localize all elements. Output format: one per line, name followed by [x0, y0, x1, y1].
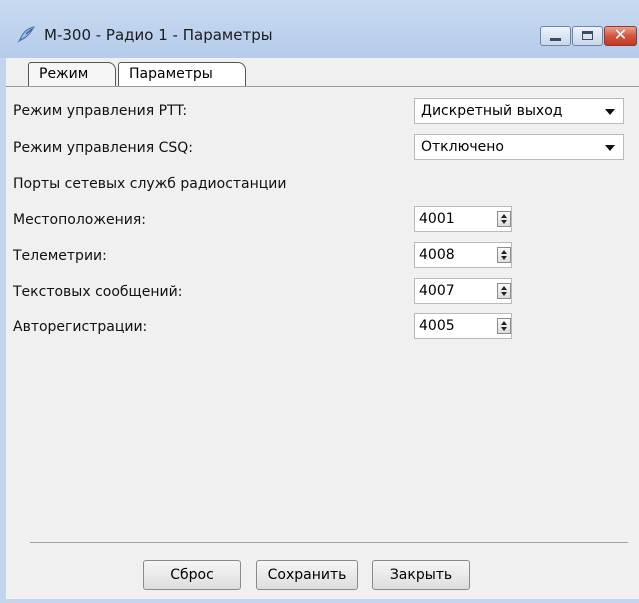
autoregistration-port-stepper[interactable]: 4005: [414, 313, 512, 339]
location-port-label: Местоположения:: [13, 212, 146, 228]
minimize-button[interactable]: [540, 26, 571, 46]
window-title: М-300 - Радио 1 - Параметры: [44, 26, 273, 44]
title-bar[interactable]: М-300 - Радио 1 - Параметры ✕: [0, 0, 639, 58]
csq-mode-value: Отключено: [421, 139, 504, 155]
chevron-down-icon: [605, 145, 615, 151]
text-messages-port-stepper[interactable]: 4007: [414, 278, 512, 304]
location-port-value: 4001: [419, 211, 455, 227]
autoregistration-port-value: 4005: [419, 318, 455, 334]
close-button[interactable]: Закрыть: [372, 560, 470, 590]
location-port-stepper[interactable]: 4001: [414, 206, 512, 232]
spin-arrows-icon[interactable]: [497, 318, 511, 334]
text-messages-port-label: Текстовых сообщений:: [13, 284, 183, 300]
spin-arrows-icon[interactable]: [497, 283, 511, 299]
telemetry-port-stepper[interactable]: 4008: [414, 242, 512, 268]
tab-strip-line: [6, 86, 639, 87]
window-bottom-border: [0, 599, 639, 603]
maximize-button[interactable]: [572, 26, 603, 46]
window-left-border: [0, 58, 6, 603]
ptt-mode-label: Режим управления PTT:: [13, 103, 188, 119]
footer-divider: [30, 542, 628, 543]
spin-arrows-icon[interactable]: [497, 247, 511, 263]
reset-button[interactable]: Сброс: [143, 560, 241, 590]
csq-mode-label: Режим управления CSQ:: [13, 140, 194, 156]
ptt-mode-value: Дискретный выход: [421, 103, 563, 119]
ptt-mode-select[interactable]: Дискретный выход: [414, 98, 624, 124]
telemetry-port-value: 4008: [419, 247, 455, 263]
spin-arrows-icon[interactable]: [497, 211, 511, 227]
minimize-icon: [550, 38, 561, 41]
telemetry-port-label: Телеметрии:: [13, 248, 107, 264]
chevron-down-icon: [605, 109, 615, 115]
autoregistration-port-label: Авторегистрации:: [13, 319, 148, 335]
maximize-icon: [582, 31, 593, 40]
csq-mode-select[interactable]: Отключено: [414, 134, 624, 160]
satellite-dish-icon: [17, 26, 36, 43]
tab-mode[interactable]: Режим: [28, 62, 116, 86]
text-messages-port-value: 4007: [419, 283, 455, 299]
close-window-button[interactable]: ✕: [604, 25, 637, 46]
dialog-window: М-300 - Радио 1 - Параметры ✕ Режим Пара…: [0, 0, 639, 603]
close-icon: ✕: [613, 25, 628, 44]
save-button[interactable]: Сохранить: [256, 560, 358, 590]
ports-heading: Порты сетевых служб радиостанции: [13, 176, 287, 192]
tab-parameters[interactable]: Параметры: [118, 62, 246, 86]
